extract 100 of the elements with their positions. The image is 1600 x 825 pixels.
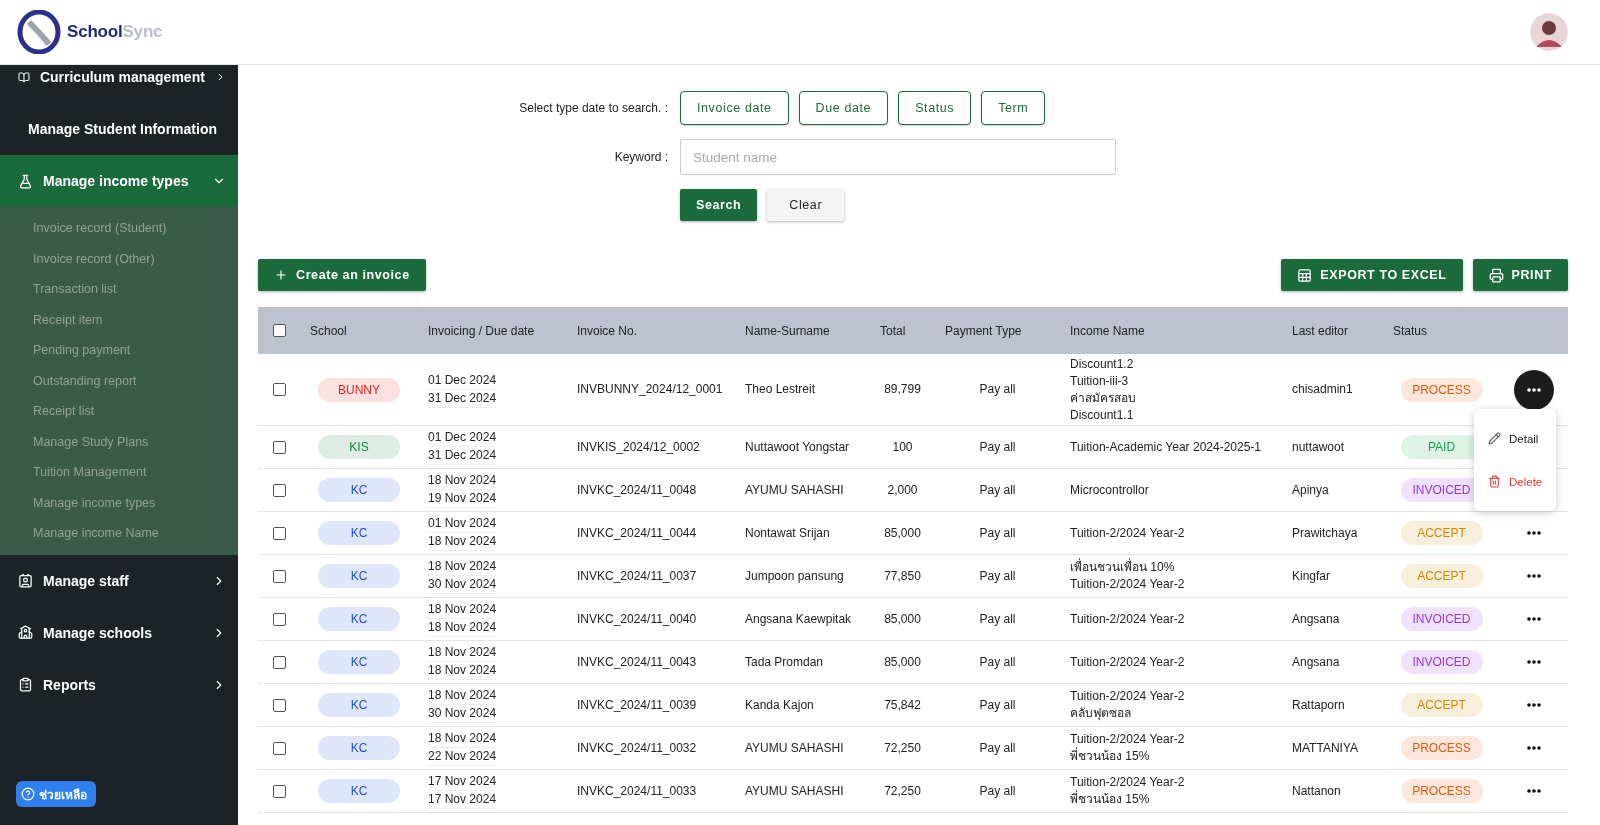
filter-button[interactable]: Status [898,91,972,125]
row-checkbox[interactable] [272,698,286,712]
more-icon [1527,746,1541,750]
date-cell: 18 Nov 2024 18 Nov 2024 [418,601,567,637]
column-header: Invoicing / Due date [427,322,536,340]
school-tag: KC [318,650,400,674]
school-icon [18,625,33,640]
column-header: Name-Surname [744,322,831,340]
table-cell-text: Tuition-2/2024 Year-2 [1069,653,1186,671]
date-cell: 18 Nov 2024 30 Nov 2024 [418,687,567,723]
sidebar-item[interactable]: Curriculum management [0,65,238,103]
create-invoice-button[interactable]: Create an invoice [258,259,426,291]
row-checkbox[interactable] [272,569,286,583]
status-tag: PROCESS [1400,736,1483,760]
table-cell-text: Pay all [978,610,1017,628]
table-cell-text: 85,000 [883,524,922,542]
clipboard-icon [18,677,33,692]
brand-name: SchoolSync [67,22,163,42]
date-cell: 17 Nov 2024 17 Nov 2024 [418,773,567,809]
column-header: School [309,322,348,340]
school-tag: KC [318,521,400,545]
status-tag: ACCEPT [1400,564,1483,588]
filter-button[interactable]: Term [981,91,1046,125]
table-cell-text: Angsana [1291,610,1341,628]
table-cell-text: Prawitchaya [1291,524,1359,542]
sidebar-item[interactable]: Manage schools [0,606,238,659]
column-header: Invoice No. [576,322,639,340]
table-cell-text: Tuition-2/2024 Year-2 คลับฟุตซอล [1069,688,1186,722]
row-checkbox[interactable] [272,655,286,669]
status-tag: ACCEPT [1400,521,1483,545]
sidebar-item[interactable]: Manage staff [0,554,238,607]
table-cell-text: Angsana [1291,653,1341,671]
table-cell-text: Tuition-Academic Year 2024-2025-1 [1069,438,1262,456]
filter-button[interactable]: Invoice date [680,91,789,125]
trash-icon [1488,475,1501,488]
table-cell-text: INVKC_2024/11_0039 [576,696,698,714]
row-checkbox[interactable] [272,383,286,396]
table-cell-text: Tuition-2/2024 Year-2 [1069,610,1186,628]
table-cell-text: Pay all [978,481,1017,499]
clear-button[interactable]: Clear [767,189,845,221]
table-cell-text: INVKC_2024/11_0033 [576,782,698,800]
row-checkbox[interactable] [272,784,286,798]
column-header: Status [1392,322,1429,340]
table-cell-text: Pay all [978,653,1017,671]
help-icon [21,787,35,801]
table-cell-text: Nontawat Srijan [744,524,831,542]
column-header: Total [879,322,907,340]
export-button[interactable]: EXPORT TO EXCEL [1281,259,1463,291]
table-cell-text: 100 [891,438,914,456]
table-cell-text: INVKC_2024/11_0044 [576,524,698,542]
table-cell-text: chisadmin1 [1291,381,1354,398]
keyword-input[interactable]: Student name [680,139,1116,175]
printer-icon [1488,267,1504,283]
status-tag: INVOICED [1400,607,1483,631]
column-header: Last editor [1291,322,1350,340]
table-cell-text: INVKC_2024/11_0032 [576,739,698,757]
column-header: Income Name [1069,322,1146,340]
table-cell-text: Tuition-2/2024 Year-2 พี่ชวนน้อง 15% [1069,774,1186,808]
table-cell-text: MATTANIYA [1291,739,1359,757]
row-checkbox[interactable] [272,612,286,626]
print-button[interactable]: PRINT [1472,259,1568,291]
sidebar-item[interactable]: Manage income types [0,155,238,207]
school-tag: KC [318,564,400,588]
table-cell-text: Rattaporn [1291,696,1346,714]
more-icon [1527,660,1541,664]
table-cell-text: 77,850 [883,567,922,585]
row-checkbox[interactable] [272,483,286,497]
row-checkbox[interactable] [272,526,286,540]
table-cell-text: Nattanon [1291,782,1342,800]
table-cell-text: INVKC_2024/11_0040 [576,610,698,628]
table-cell-text: Microcontrollor [1069,481,1150,499]
table-cell-text: เพื่อนชวนเพื่อน 10% Tuition-2/2024 Year-2 [1069,559,1186,593]
more-button[interactable] [1514,369,1554,410]
table-cell-text: 85,000 [883,610,922,628]
table-cell-text: Pay all [978,381,1017,398]
row-checkbox[interactable] [272,741,286,755]
table-cell-text: Pay all [978,567,1017,585]
avatar[interactable] [1530,13,1568,51]
school-tag: BUNNY [318,377,400,402]
school-tag: KC [318,779,400,803]
status-tag: PROCESS [1400,779,1483,803]
school-tag: KC [318,736,400,760]
school-tag: KC [318,607,400,631]
filter-button[interactable]: Due date [798,91,889,125]
more-icon [1527,703,1541,707]
sidebar-item[interactable]: Reports [0,658,238,711]
table-cell-text: 72,250 [883,739,922,757]
search-button[interactable]: Search [680,189,758,221]
date-cell: 01 Dec 2024 31 Dec 2024 [418,371,567,408]
help-button[interactable]: ช่วยเหลือ [16,781,96,807]
table-cell-text: Nuttawoot Yongstar [744,438,851,456]
table-cell-text: Kanda Kajon [744,696,815,714]
sidebar-item[interactable]: Manage Student Information [0,103,238,155]
date-cell: 18 Nov 2024 22 Nov 2024 [418,730,567,766]
status-tag: ACCEPT [1400,693,1483,717]
table-cell-text: Pay all [978,696,1017,714]
row-checkbox[interactable] [272,440,286,454]
select-all-checkbox[interactable] [272,324,286,337]
table-cell-text: Angsana Kaewpitak [744,610,853,628]
table-cell-text: AYUMU SAHASHI [744,739,845,757]
